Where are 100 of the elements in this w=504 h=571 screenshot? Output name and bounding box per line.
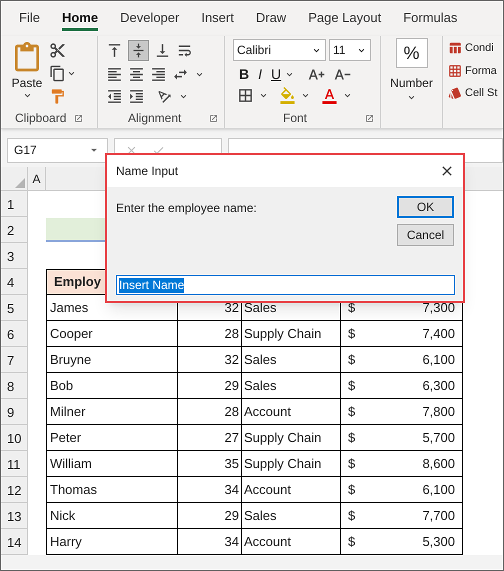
number-format-label[interactable]: Number	[390, 74, 433, 92]
currency-symbol: $	[348, 480, 356, 499]
ribbon-tab[interactable]: Home	[62, 6, 98, 30]
dialog-title: Name Input	[116, 163, 178, 180]
cell-style-icon[interactable]	[448, 86, 462, 100]
table-cell-text: 8,600	[422, 454, 455, 473]
italic-button[interactable]: I	[258, 65, 262, 83]
font-size-dropdown[interactable]: 11	[329, 39, 371, 61]
row-header[interactable]: 6	[1, 321, 28, 347]
table-cell: Account	[242, 399, 341, 424]
font-color-icon[interactable]	[321, 87, 338, 104]
scissors-icon[interactable]	[49, 42, 66, 59]
table-cell: 27	[178, 425, 242, 450]
row-header[interactable]: 10	[1, 425, 28, 451]
percent-button[interactable]: %	[396, 38, 428, 68]
table-cell: Harry	[47, 529, 178, 554]
bottom-align-icon[interactable]	[154, 42, 171, 59]
prompt-text: Enter the employee name:	[116, 200, 257, 217]
table-cell: Bob	[47, 373, 178, 398]
row-header[interactable]: 4	[1, 269, 28, 295]
name-box[interactable]: G17	[7, 138, 108, 162]
name-input-field[interactable]: Insert Name	[116, 275, 455, 295]
group-label: Clipboard	[15, 110, 66, 127]
table-cell: Sales	[242, 347, 341, 372]
dialog-launcher-icon[interactable]	[365, 114, 374, 122]
ribbon-tab[interactable]: Insert	[201, 6, 234, 30]
table-cell-text: 5,300	[422, 532, 455, 551]
currency-symbol: $	[348, 298, 356, 317]
row-header[interactable]: 5	[1, 295, 28, 321]
table-cell: Supply Chain	[242, 425, 341, 450]
table-cell: 34	[178, 529, 242, 554]
underline-button[interactable]: U	[271, 65, 282, 83]
dialog-launcher-icon[interactable]	[74, 114, 83, 122]
currency-symbol: $	[348, 376, 356, 395]
fill-color-icon[interactable]	[279, 87, 296, 104]
ribbon-tab[interactable]: File	[19, 6, 40, 30]
borders-icon[interactable]	[237, 87, 254, 104]
top-align-icon[interactable]	[106, 42, 123, 59]
row-header[interactable]: 7	[1, 347, 28, 373]
dialog-button[interactable]: Cancel	[397, 224, 454, 246]
row-header[interactable]: 8	[1, 373, 28, 399]
column-header[interactable]: A	[28, 167, 46, 190]
table-cell: Cooper	[47, 321, 178, 346]
row-header[interactable]: 1	[1, 191, 28, 217]
ribbon-tab[interactable]: Draw	[256, 6, 286, 30]
row-header[interactable]: 14	[1, 529, 28, 555]
ribbon-tab[interactable]: Page Layout	[308, 6, 382, 30]
row-header[interactable]: 9	[1, 399, 28, 425]
table-cell: Bruyne	[47, 347, 178, 372]
row-header[interactable]: 13	[1, 503, 28, 529]
text-orientation-icon[interactable]	[156, 88, 173, 105]
paste-button[interactable]: Paste	[12, 76, 42, 90]
copy-icon[interactable]	[49, 65, 66, 82]
table-cell-text: 7,400	[422, 324, 455, 343]
table-cell-text: 7,800	[422, 402, 455, 421]
align-center-icon[interactable]	[128, 66, 145, 83]
row-header[interactable]: 2	[1, 217, 28, 243]
group-label: Font	[283, 110, 308, 127]
table-cell: Milner	[47, 399, 178, 424]
table-format-icon[interactable]	[448, 64, 462, 78]
styles-menu-item[interactable]: Cell St	[465, 85, 498, 102]
increase-indent-icon[interactable]	[128, 88, 145, 105]
currency-symbol: $	[348, 428, 356, 447]
currency-symbol: $	[348, 506, 356, 525]
table-cell: Account	[242, 529, 341, 554]
header-text: Employ	[54, 273, 101, 292]
table-cell: 29	[178, 503, 242, 528]
table-cell: Supply Chain	[242, 321, 341, 346]
font-name-dropdown[interactable]: Calibri	[233, 39, 326, 61]
conditional-format-icon[interactable]	[448, 41, 462, 56]
table-cell-text: 6,100	[422, 350, 455, 369]
styles-menu-item[interactable]: Forma	[465, 62, 497, 79]
dialog-launcher-icon[interactable]	[209, 114, 218, 122]
table-cell: Account	[242, 477, 341, 502]
row-header[interactable]: 11	[1, 451, 28, 477]
table-cell: William	[47, 451, 178, 476]
align-left-icon[interactable]	[106, 66, 123, 83]
align-right-icon[interactable]	[150, 66, 167, 83]
table-cell: 34	[178, 477, 242, 502]
table-cell: Supply Chain	[242, 451, 341, 476]
styles-menu-item[interactable]: Condi	[465, 40, 494, 56]
decrease-indent-icon[interactable]	[106, 88, 123, 105]
table-cell: Sales	[242, 503, 341, 528]
row-header[interactable]: 3	[1, 243, 28, 269]
middle-align-button[interactable]	[128, 40, 149, 61]
table-cell-text: 6,100	[422, 480, 455, 499]
table-cell: Sales	[242, 373, 341, 398]
ribbon-tab[interactable]: Developer	[120, 6, 180, 30]
ribbon-tab[interactable]: Formulas	[403, 6, 458, 30]
row-header[interactable]: 12	[1, 477, 28, 503]
currency-symbol: $	[348, 350, 356, 369]
bold-button[interactable]: B	[239, 65, 250, 83]
dialog-button[interactable]: OK	[397, 196, 454, 218]
middle-align-icon	[131, 43, 146, 58]
table-cell-text: 5,700	[422, 428, 455, 447]
table-cell: Nick	[47, 503, 178, 528]
table-cell: 35	[178, 451, 242, 476]
currency-symbol: $	[348, 324, 356, 343]
table-cell: 29	[178, 373, 242, 398]
paintbrush-icon[interactable]	[49, 88, 66, 105]
